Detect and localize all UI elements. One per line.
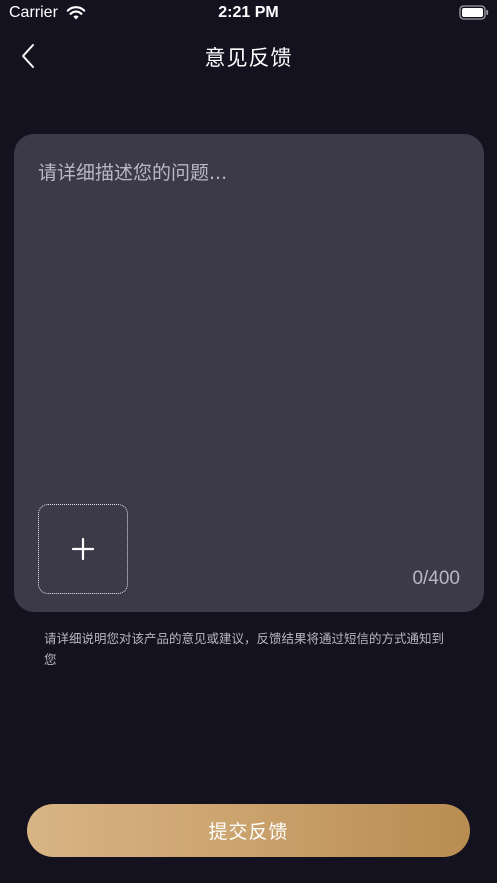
feedback-textarea[interactable] [38,158,458,478]
add-image-button[interactable] [38,504,128,594]
char-counter: 0/400 [412,568,460,589]
plus-icon [71,537,95,561]
status-bar: Carrier 2:21 PM [0,0,497,28]
feedback-screen: Carrier 2:21 PM 意见反馈 请详细描述您的问题... 0/400 … [0,0,497,883]
nav-bar: 意见反馈 [0,28,497,84]
submit-button[interactable]: 提交反馈 [27,804,470,857]
page-title: 意见反馈 [204,46,293,70]
submit-label: 提交反馈 [208,821,289,843]
feedback-card: 0/400 [14,134,484,612]
status-time: 2:21 PM [218,4,279,21]
battery-icon [459,5,489,20]
hint-text: 请详细说明您对该产品的意见或建议，反馈结果将通过短信的方式通知到您 [44,631,445,667]
